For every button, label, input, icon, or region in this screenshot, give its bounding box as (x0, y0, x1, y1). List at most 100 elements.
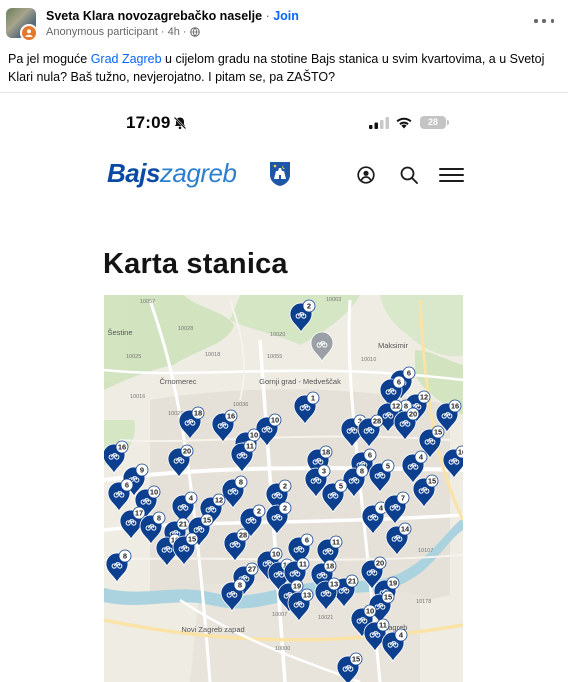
map-canvas[interactable]: 100571002810025 1001810016100291003610055… (104, 295, 463, 682)
brand-zagreb: zagreb (159, 158, 237, 188)
join-link[interactable]: Join (273, 9, 299, 23)
status-time: 17:09 (126, 113, 171, 132)
station-count: 12 (392, 402, 400, 411)
station-count: 3 (322, 467, 326, 476)
post-header: Sveta Klara novozagrebačko naselje · Joi… (0, 0, 568, 44)
station-count: 15 (203, 516, 211, 525)
brand-bajs: Bajs (107, 158, 160, 188)
road-number: 10057 (140, 299, 155, 305)
station-count: 10 (366, 607, 374, 616)
hamburger-menu-icon[interactable] (439, 167, 464, 183)
station-count: 21 (179, 520, 187, 529)
station-count: 1 (311, 394, 315, 403)
station-count: 11 (246, 442, 254, 451)
station-count: 11 (332, 538, 340, 547)
road-number: 10018 (205, 352, 220, 358)
stations-map[interactable]: 10057 10028 10025 10018 10016 10029 10036 10055… (104, 295, 463, 682)
station-count: 2 (283, 482, 287, 491)
battery-indicator: 28 (420, 116, 449, 129)
station-count: 18 (194, 409, 202, 418)
separator-dot: · (265, 9, 270, 23)
user-account-icon[interactable] (357, 166, 375, 184)
station-count: 16 (118, 443, 126, 452)
station-count: 19 (389, 579, 397, 588)
station-count: 8 (239, 478, 243, 487)
station-count: 15 (384, 593, 392, 602)
anonymous-user-icon (25, 29, 33, 37)
station-count: 15 (188, 535, 196, 544)
road-number: 10003 (326, 297, 341, 303)
station-count: 21 (348, 577, 356, 586)
station-count: 2 (257, 507, 261, 516)
station-count: 12 (215, 496, 223, 505)
station-count: 8 (123, 552, 127, 561)
anonymous-avatar (20, 24, 38, 42)
station-count: 10 (250, 431, 258, 440)
road-number: 10055 (267, 354, 282, 360)
station-count: 17 (135, 509, 143, 518)
station-count: 5 (386, 462, 390, 471)
station-count: 8 (157, 514, 161, 523)
station-count: 13 (303, 591, 311, 600)
station-count: 11 (299, 560, 307, 569)
group-name[interactable]: Sveta Klara novozagrebačko naselje (46, 9, 262, 23)
road-number: 10107 (418, 548, 433, 554)
station-count: 12 (420, 393, 428, 402)
station-count: 6 (125, 481, 129, 490)
station-count: 10 (272, 550, 280, 559)
station-count: 20 (183, 447, 191, 456)
station-count: 15 (352, 655, 360, 664)
station-count: 10 (271, 416, 279, 425)
mention-link[interactable]: Grad Zagreb (91, 52, 162, 66)
station-count: 16 (458, 448, 463, 457)
road-number: 10000 (275, 646, 290, 652)
map-label-nz-zapad: Novi Zagreb zapad (181, 625, 244, 634)
station-count: 11 (379, 621, 387, 630)
station-count: 18 (326, 562, 334, 571)
station-count: 16 (227, 412, 235, 421)
station-count: 6 (305, 536, 309, 545)
search-icon[interactable] (400, 166, 418, 184)
station-count: 5 (339, 482, 343, 491)
station-count: 7 (401, 494, 405, 503)
station-count: 2 (307, 302, 311, 311)
station-count: 13 (330, 580, 338, 589)
globe-icon (189, 27, 200, 37)
map-label-crnomerec: Črnomerec (159, 377, 196, 386)
divider (0, 92, 568, 93)
station-count: 8 (404, 402, 408, 411)
station-count: 28 (239, 531, 247, 540)
zagreb-coat-of-arms-icon (270, 162, 290, 186)
station-count: 6 (397, 378, 401, 387)
road-number: 10016 (130, 394, 145, 400)
road-number: 10010 (361, 357, 376, 363)
author-name: Anonymous participant (46, 26, 158, 38)
map-label-sestine: Šestine (107, 328, 132, 337)
more-options-icon[interactable] (534, 14, 554, 28)
post-time[interactable]: 4h (168, 26, 180, 38)
station-count: 15 (434, 428, 442, 437)
meta-separator-2: · (182, 26, 187, 38)
station-count: 27 (248, 565, 256, 574)
station-count: 28 (373, 417, 381, 426)
station-count: 6 (407, 369, 411, 378)
road-number: 10036 (233, 402, 248, 408)
station-count: 9 (140, 466, 144, 475)
road-number: 10021 (318, 615, 333, 621)
post-text-start: Pa jel moguće (8, 52, 91, 66)
bell-slash-icon (173, 116, 187, 130)
road-number: 10178 (416, 599, 431, 605)
road-number: 10020 (270, 332, 285, 338)
group-name-line: Sveta Klara novozagrebačko naselje · Joi… (46, 9, 299, 23)
wifi-icon (396, 117, 412, 129)
station-count: 20 (409, 410, 417, 419)
road-number: 10028 (178, 326, 193, 332)
brand-logo[interactable]: Bajszagreb (107, 158, 237, 189)
station-count: 2 (283, 504, 287, 513)
station-count: 20 (376, 559, 384, 568)
station-count: 8 (360, 467, 364, 476)
station-count: 8 (238, 581, 242, 590)
map-label-gornji-grad: Gornji grad - Medveščak (259, 377, 341, 386)
station-count: 14 (401, 525, 410, 534)
post-meta: Anonymous participant · 4h · (46, 26, 200, 38)
